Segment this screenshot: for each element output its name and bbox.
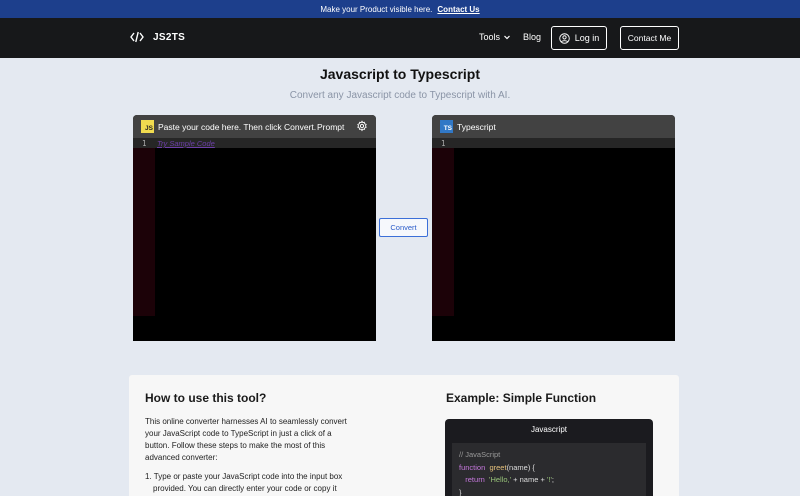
try-sample-code-link[interactable]: Try Sample Code xyxy=(157,139,215,148)
code-keyword: function xyxy=(459,462,486,472)
chevron-down-icon xyxy=(504,35,510,40)
typescript-editor-header: TS Typescript xyxy=(432,115,675,138)
page-title: Javascript to Typescript xyxy=(319,66,481,82)
nav-blog-link[interactable]: Blog xyxy=(523,32,541,42)
how-to-title: How to use this tool? xyxy=(145,391,267,405)
contact-us-link[interactable]: Contact Us xyxy=(437,5,479,14)
code-function-name: greet xyxy=(489,462,507,472)
convert-button[interactable]: Convert xyxy=(379,218,428,237)
javascript-editor-title: Paste your code here. Then click Convert… xyxy=(158,121,317,132)
code-keyword: return xyxy=(465,475,485,484)
prompt-button[interactable]: Prompt xyxy=(317,122,344,132)
announcement-text: Make your Product visible here. xyxy=(320,4,433,14)
line-number: 1 xyxy=(441,139,446,148)
typescript-badge-icon: TS xyxy=(440,120,453,133)
typescript-editor-title: Typescript xyxy=(457,121,496,132)
code-params: (name) { xyxy=(506,462,535,472)
login-button[interactable]: Log in xyxy=(551,26,607,50)
line-gutter xyxy=(432,138,454,316)
how-to-steps: 1. Type or paste your JavaScript code in… xyxy=(145,471,357,495)
code-line: function greet(name) { xyxy=(459,462,639,475)
example-code-box: Javascript // JavaScript function greet(… xyxy=(445,419,653,496)
code-comment: // JavaScript xyxy=(459,450,501,459)
javascript-badge-icon: JS xyxy=(141,120,154,133)
line-gutter xyxy=(133,138,155,316)
brand-name: JS2TS xyxy=(153,31,186,43)
user-circle-icon xyxy=(559,32,570,44)
example-title: Example: Simple Function xyxy=(446,391,597,405)
gear-icon[interactable] xyxy=(356,120,368,132)
how-to-intro: This online converter harnesses AI to se… xyxy=(145,417,347,462)
code-string: 'Hello,' xyxy=(489,475,512,484)
example-code: // JavaScript function greet(name) { ret… xyxy=(452,443,646,496)
nav-tools-label: Tools xyxy=(479,32,501,42)
active-line-highlight xyxy=(432,138,675,148)
code-punct: ; xyxy=(551,475,554,484)
line-number: 1 xyxy=(142,139,147,148)
code-line: } xyxy=(459,487,462,496)
page-subtitle: Convert any Javascript code to Typescrip… xyxy=(289,90,511,101)
code-line: return 'Hello,' + name + '!'; xyxy=(459,474,639,487)
announcement-bar: Make your Product visible here. Contact … xyxy=(0,0,800,18)
login-label: Log in xyxy=(574,33,600,43)
typescript-editor[interactable]: TS Typescript 1 xyxy=(432,115,675,341)
how-to-step: 1. Type or paste your JavaScript code in… xyxy=(145,472,343,493)
javascript-editor-header: JS Paste your code here. Then click Conv… xyxy=(133,115,376,138)
code-icon xyxy=(130,31,144,43)
brand-logo[interactable]: JS2TS xyxy=(130,30,185,44)
code-operator: + name + xyxy=(511,475,547,484)
how-to-card: How to use this tool? This online conver… xyxy=(129,375,679,496)
example-tab: Javascript xyxy=(530,424,567,434)
top-navbar: JS2TS Tools Blog Log in Contact Me xyxy=(0,18,800,58)
nav-tools-menu[interactable]: Tools xyxy=(479,32,511,42)
javascript-editor[interactable]: JS Paste your code here. Then click Conv… xyxy=(133,115,376,341)
contact-me-button[interactable]: Contact Me xyxy=(620,26,679,50)
